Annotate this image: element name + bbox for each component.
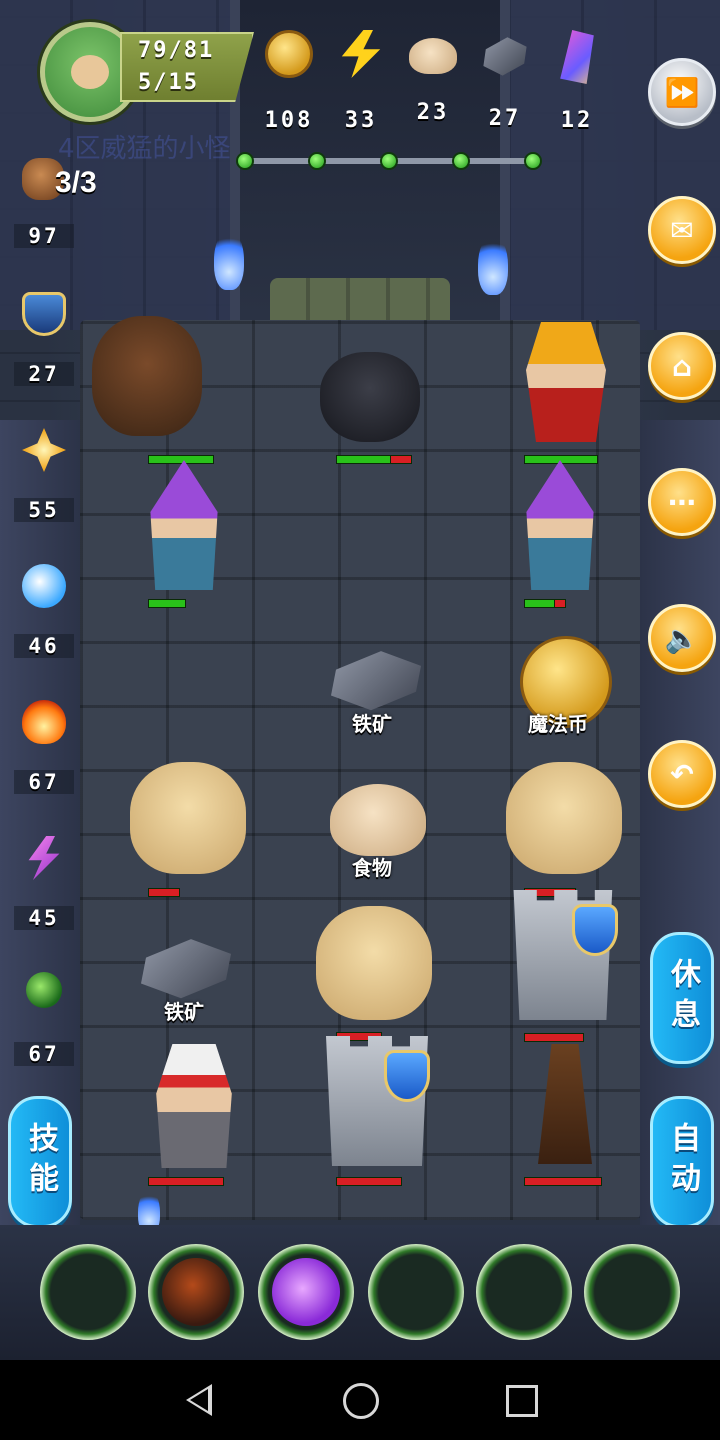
progress-dot [308,152,326,170]
home-icon: ⌂ [671,349,693,383]
resource-gold[interactable]: 108 [254,30,324,133]
item-slot-potion[interactable] [258,1244,354,1340]
iron-ore-icon [483,37,527,76]
resource-food[interactable]: 23 [398,30,468,125]
item-slot-empty[interactable] [40,1244,136,1340]
hero-health-bar [148,1177,224,1186]
progress-dot [236,152,254,170]
enemy-health-missing [554,599,566,608]
chat-button[interactable]: ⋯ [648,468,716,536]
shield-icon [384,1050,430,1102]
food-label: 食物 [352,856,392,880]
enemy-health-bar [148,599,186,608]
stat-value: 97 [14,224,74,248]
stat-value: 46 [14,634,74,658]
sound-icon: 🔈 [664,621,700,655]
fast-forward-button[interactable]: ⏩ [648,58,716,126]
armored-bear-enemy[interactable] [92,316,202,436]
stat-poison[interactable]: 67 [14,972,74,1066]
tower-health-bar [524,1177,602,1186]
enemy-health-bar [148,455,214,464]
enemy-health-bar [524,599,556,608]
stat-value: 27 [14,362,74,386]
player-hp: 79/81 [138,38,215,63]
magic-coin-label: 魔法币 [528,712,588,736]
resource-energy[interactable]: 33 [326,30,396,133]
stat-lightning[interactable]: 45 [14,836,74,930]
resource-value: 23 [416,100,450,125]
game-scene: 79/81 5/15 108 33 23 27 12 4区威猛的小怪 3/3 9… [0,0,720,1360]
home-circle-icon[interactable] [343,1383,379,1419]
iron-ore-label: 铁矿 [164,1000,204,1024]
return-button[interactable]: ↶ [648,740,716,808]
chow-dog-enemy[interactable] [316,906,432,1020]
stat-value: 45 [14,906,74,930]
gold-coin-icon [265,30,313,78]
sound-button[interactable]: 🔈 [648,604,716,672]
enemy-health-bar [336,455,392,464]
item-slot-empty[interactable] [368,1244,464,1340]
poison-potion-icon [272,1258,340,1326]
black-cat-enemy[interactable] [320,352,420,442]
progress-dot [452,152,470,170]
stat-defense[interactable]: 27 [14,292,74,386]
auto-button[interactable]: 自动 [650,1096,714,1228]
chat-icon: ⋯ [668,485,696,519]
holy-light-icon [22,428,66,472]
tower-health-bar [336,1177,402,1186]
stat-holy[interactable]: 55 [14,428,74,522]
item-slot-bomb[interactable] [148,1244,244,1340]
fast-forward-icon: ⏩ [664,75,700,109]
chow-dog-enemy[interactable] [130,762,246,874]
water-wave-icon [22,564,66,608]
keys-count: 3/3 [55,166,97,199]
bomb-icon [162,1258,230,1326]
stat-value: 55 [14,498,74,522]
energy-bolt-icon [341,30,381,78]
resource-iron[interactable]: 27 [470,30,540,131]
player-floor: 5/15 [138,70,199,95]
resource-crystal[interactable]: 12 [542,30,612,133]
resource-value: 27 [488,106,522,131]
resource-value: 33 [344,108,378,133]
progress-dot [524,152,542,170]
resource-value: 108 [264,108,314,133]
floor-progress-bar [236,152,542,170]
blue-flame-icon [214,230,244,290]
progress-dot [380,152,398,170]
enemy-health-bar [148,888,180,897]
stat-fire[interactable]: 67 [14,700,74,794]
home-button[interactable]: ⌂ [648,332,716,400]
blue-flame-icon [478,235,508,295]
iron-ore-label: 铁矿 [352,712,392,736]
item-slot-empty[interactable] [584,1244,680,1340]
stat-value: 67 [14,770,74,794]
rest-button[interactable]: 休息 [650,932,714,1064]
mail-button[interactable]: ✉ [648,196,716,264]
stat-water[interactable]: 46 [14,564,74,658]
stat-attack[interactable]: 97 [14,210,74,248]
enemy-health-missing [390,455,412,464]
shield-icon [572,904,618,956]
item-slot-empty[interactable] [476,1244,572,1340]
tower-health-bar [524,1033,584,1042]
back-icon[interactable] [186,1384,212,1416]
resource-value: 12 [560,108,594,133]
stat-value: 67 [14,1042,74,1066]
poison-icon [26,972,62,1008]
mail-icon: ✉ [670,213,694,247]
food-bun-icon [409,38,457,74]
recent-apps-icon[interactable] [506,1385,538,1417]
chow-dog-enemy[interactable] [506,762,622,874]
lightning-icon [28,836,60,880]
food-pickup[interactable] [330,784,426,856]
fire-icon [22,700,66,744]
magic-crystal-icon [560,30,594,84]
return-icon: ↶ [670,757,694,791]
faded-player-name: 4区威猛的小怪 [58,134,231,164]
skill-button[interactable]: 技能 [8,1096,72,1228]
shield-icon [22,292,66,336]
